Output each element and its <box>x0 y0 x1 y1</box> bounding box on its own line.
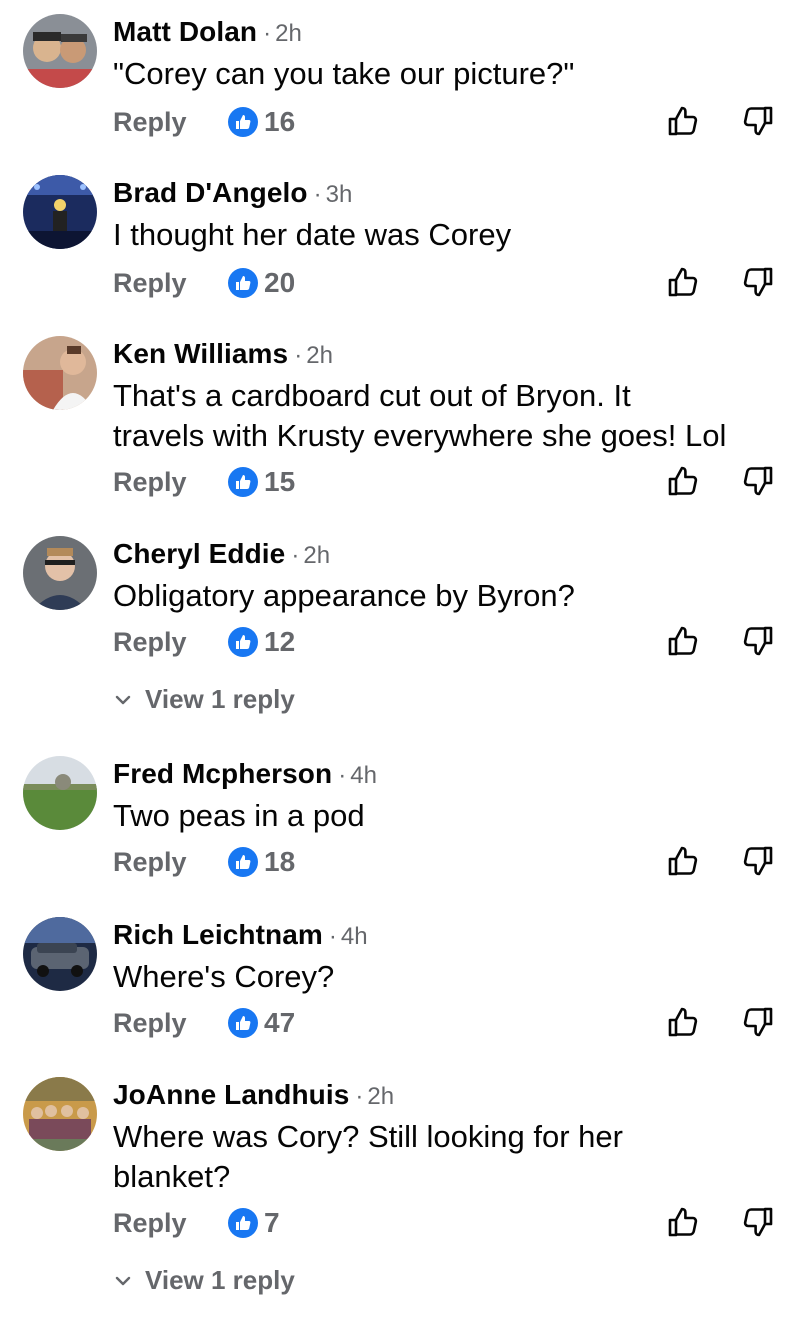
comment-actions: Reply 15 <box>113 462 793 502</box>
thumbs-up-outline-icon[interactable] <box>666 844 700 878</box>
separator-dot: · <box>291 542 300 569</box>
like-count[interactable]: 20 <box>228 267 295 299</box>
commenter-name[interactable]: Cheryl Eddie <box>113 538 285 569</box>
like-count[interactable]: 47 <box>228 1007 295 1039</box>
avatar[interactable] <box>23 536 97 610</box>
avatar[interactable] <box>23 1077 97 1151</box>
comment-time[interactable]: 2h <box>303 542 330 569</box>
commenter-name[interactable]: JoAnne Landhuis <box>113 1079 349 1110</box>
like-count-value: 18 <box>264 846 296 877</box>
chevron-down-icon <box>115 1276 131 1285</box>
comment-time[interactable]: 2h <box>275 20 302 47</box>
separator-dot: · <box>263 20 272 47</box>
comment-text: "Corey can you take our picture?" <box>113 54 793 94</box>
thumbs-up-outline-icon[interactable] <box>666 104 700 138</box>
comment-text-line: Where's Corey? <box>113 959 335 994</box>
comment-time[interactable]: 2h <box>306 342 333 369</box>
thumbs-up-icon <box>228 627 258 657</box>
comment-time[interactable]: 4h <box>350 762 377 789</box>
comment-actions: Reply 20 <box>113 263 793 303</box>
separator-dot: · <box>355 1083 364 1110</box>
separator-dot: · <box>313 181 322 208</box>
thumbs-up-icon <box>228 107 258 137</box>
comment-text-line: I thought her date was Corey <box>113 217 512 252</box>
thumbs-up-icon <box>228 268 258 298</box>
comment-text-line: travels with Krusty everywhere she goes!… <box>113 418 727 453</box>
thumbs-down-outline-icon[interactable] <box>741 844 775 878</box>
comment-actions: Reply 18 <box>113 842 793 882</box>
reply-button[interactable]: Reply <box>113 622 187 662</box>
separator-dot: · <box>294 342 303 369</box>
chevron-down-icon <box>115 695 131 704</box>
like-count-value: 7 <box>264 1207 280 1238</box>
reply-button[interactable]: Reply <box>113 1203 187 1243</box>
avatar[interactable] <box>23 175 97 249</box>
comment-text: Where was Cory? Still looking for her bla… <box>113 1117 793 1197</box>
avatar[interactable] <box>23 336 97 410</box>
reply-button[interactable]: Reply <box>113 102 187 142</box>
thumbs-up-icon <box>228 1008 258 1038</box>
avatar[interactable] <box>23 917 97 991</box>
comment-text-line: Obligatory appearance by Byron? <box>113 578 575 613</box>
comment-text-line: "Corey can you take our picture?" <box>113 56 575 91</box>
comment-text-line: Where was Cory? Still looking for her <box>113 1119 623 1154</box>
comment-text: Where's Corey? <box>113 957 793 997</box>
thumbs-up-outline-icon[interactable] <box>666 265 700 299</box>
comment-text-line: Two peas in a pod <box>113 798 365 833</box>
comment-actions: Reply 47 <box>113 1003 793 1043</box>
reply-button[interactable]: Reply <box>113 462 187 502</box>
commenter-name[interactable]: Brad D'Angelo <box>113 177 308 208</box>
thumbs-up-outline-icon[interactable] <box>666 1005 700 1039</box>
like-count[interactable]: 16 <box>228 106 295 138</box>
thumbs-up-outline-icon[interactable] <box>666 1205 700 1239</box>
comment-actions: Reply 7 <box>113 1203 793 1243</box>
comment-actions: Reply 16 <box>113 102 793 142</box>
separator-dot: · <box>338 762 347 789</box>
commenter-name[interactable]: Ken Williams <box>113 338 288 369</box>
comment-text: Obligatory appearance by Byron? <box>113 576 793 616</box>
like-count-value: 20 <box>264 267 296 298</box>
comment-text-line: blanket? <box>113 1159 231 1194</box>
view-replies-label: View 1 reply <box>145 684 295 714</box>
thumbs-down-outline-icon[interactable] <box>741 104 775 138</box>
thumbs-up-icon <box>228 847 258 877</box>
comment-time[interactable]: 3h <box>326 181 353 208</box>
comment-text: I thought her date was Corey <box>113 215 793 255</box>
comment-time[interactable]: 4h <box>341 923 368 950</box>
like-count-value: 47 <box>264 1007 296 1038</box>
like-count[interactable]: 12 <box>228 626 295 658</box>
like-count-value: 15 <box>264 466 296 497</box>
avatar[interactable] <box>23 756 97 830</box>
like-count[interactable]: 7 <box>228 1207 280 1239</box>
like-count-value: 16 <box>264 106 296 137</box>
thumbs-up-icon <box>228 1208 258 1238</box>
like-count[interactable]: 18 <box>228 846 295 878</box>
thumbs-up-outline-icon[interactable] <box>666 464 700 498</box>
thumbs-down-outline-icon[interactable] <box>741 265 775 299</box>
thumbs-down-outline-icon[interactable] <box>741 464 775 498</box>
reply-button[interactable]: Reply <box>113 263 187 303</box>
comment-actions: Reply 12 <box>113 622 793 662</box>
comment-time[interactable]: 2h <box>367 1083 394 1110</box>
comment-text-line: That's a cardboard cut out of Bryon. It <box>113 378 631 413</box>
thumbs-up-outline-icon[interactable] <box>666 624 700 658</box>
reply-button[interactable]: Reply <box>113 1003 187 1043</box>
view-replies-button[interactable]: View 1 reply <box>113 684 295 715</box>
thumbs-down-outline-icon[interactable] <box>741 1205 775 1239</box>
thumbs-down-outline-icon[interactable] <box>741 624 775 658</box>
comment-text: Two peas in a pod <box>113 796 793 836</box>
commenter-name[interactable]: Rich Leichtnam <box>113 919 323 950</box>
view-replies-button[interactable]: View 1 reply <box>113 1265 295 1296</box>
reply-button[interactable]: Reply <box>113 842 187 882</box>
separator-dot: · <box>328 923 337 950</box>
view-replies-label: View 1 reply <box>145 1265 295 1295</box>
thumbs-down-outline-icon[interactable] <box>741 1005 775 1039</box>
commenter-name[interactable]: Fred Mcpherson <box>113 758 332 789</box>
thumbs-up-icon <box>228 467 258 497</box>
comment-text: That's a cardboard cut out of Bryon. It t… <box>113 376 793 456</box>
like-count-value: 12 <box>264 626 296 657</box>
like-count[interactable]: 15 <box>228 466 295 498</box>
avatar[interactable] <box>23 14 97 88</box>
commenter-name[interactable]: Matt Dolan <box>113 16 257 47</box>
